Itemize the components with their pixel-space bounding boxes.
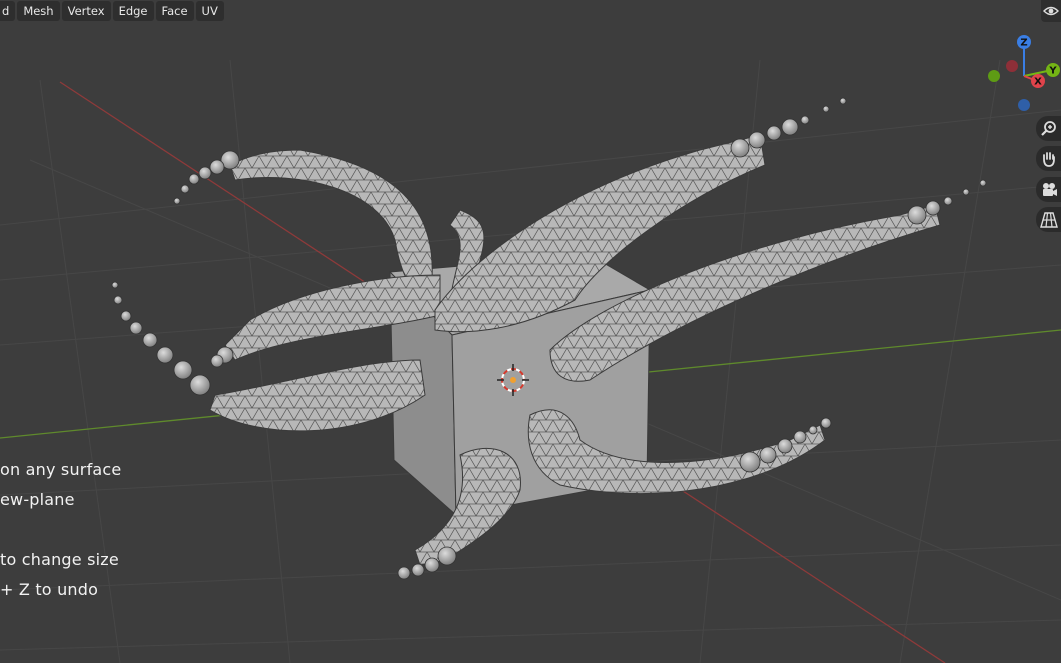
eye-icon xyxy=(1043,6,1059,16)
viewport-header-menu: d Mesh Vertex Edge Face UV xyxy=(0,0,224,22)
gizmo-z-label: Z xyxy=(1020,38,1027,49)
menu-edge[interactable]: Edge xyxy=(112,1,154,21)
gizmo-neg-z xyxy=(1018,99,1030,111)
camera-view-button[interactable] xyxy=(1036,177,1061,202)
menu-uv[interactable]: UV xyxy=(195,1,224,21)
hint-line-size: to change size xyxy=(0,550,119,569)
hand-pan-icon xyxy=(1042,151,1055,167)
zoom-button[interactable] xyxy=(1036,116,1061,141)
zoom-icon xyxy=(1040,120,1056,136)
menu-face[interactable]: Face xyxy=(155,1,194,21)
viewport-scene xyxy=(0,59,1061,663)
gizmo-x-label: X xyxy=(1034,77,1042,88)
navigation-gizmo[interactable]: Z Y X xyxy=(985,32,1061,116)
menu-vertex[interactable]: Vertex xyxy=(61,1,111,21)
hint-line-surface: on any surface xyxy=(0,460,122,479)
visibility-toggle[interactable] xyxy=(1041,0,1061,22)
menu-mesh[interactable]: Mesh xyxy=(17,1,60,21)
3d-viewport[interactable]: d Mesh Vertex Edge Face UV Z Y X on any … xyxy=(0,0,1061,663)
gizmo-neg-y xyxy=(988,70,1000,82)
menu-view-partial[interactable]: d xyxy=(0,1,16,21)
camera-icon xyxy=(1042,182,1057,196)
gizmo-neg-x xyxy=(1006,60,1018,72)
hint-line-undo: + Z to undo xyxy=(0,580,99,599)
gizmo-y-label: Y xyxy=(1048,66,1057,77)
pan-button[interactable] xyxy=(1036,146,1061,171)
hint-line-view-plane: ew-plane xyxy=(0,490,75,509)
perspective-toggle-button[interactable] xyxy=(1036,207,1061,232)
grid-perspective-icon xyxy=(1039,211,1058,228)
